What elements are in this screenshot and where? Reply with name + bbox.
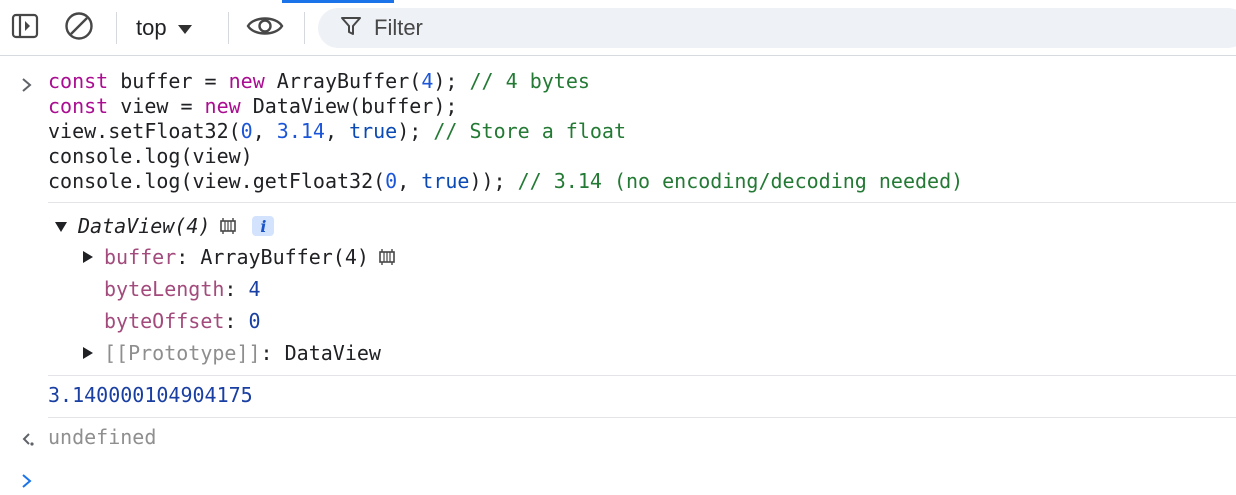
dataview-object-header[interactable]: DataView(4) i bbox=[54, 212, 275, 240]
property-name: byteLength bbox=[104, 277, 225, 301]
toolbar-divider bbox=[116, 12, 117, 44]
code-line: view.setFloat32(0, 3.14, true); // Store… bbox=[48, 119, 963, 144]
property-name: [[Prototype]] bbox=[104, 341, 261, 365]
code-token: new bbox=[228, 69, 265, 93]
filter-funnel-icon bbox=[340, 15, 362, 42]
code-token: new bbox=[204, 94, 241, 118]
float-result-output: 3.140000104904175 bbox=[48, 383, 253, 407]
code-token: true bbox=[349, 119, 398, 143]
expanded-triangle-icon bbox=[54, 214, 68, 238]
javascript-context-selector[interactable]: top bbox=[136, 10, 193, 46]
property-row-buffer[interactable]: buffer: ArrayBuffer(4) bbox=[82, 243, 397, 271]
code-token: )); bbox=[469, 169, 518, 193]
active-tab-indicator bbox=[282, 0, 394, 3]
dropdown-caret-icon bbox=[177, 15, 193, 41]
clear-console-button[interactable] bbox=[62, 11, 96, 46]
property-row-prototype[interactable]: [[Prototype]]: DataView bbox=[82, 339, 381, 367]
code-token: view = bbox=[108, 94, 205, 118]
code-token: 0 bbox=[385, 169, 398, 193]
code-token: 3.14 bbox=[276, 119, 325, 143]
code-token: , bbox=[324, 119, 350, 143]
code-token: view.setFloat32( bbox=[48, 119, 241, 143]
code-token: ArrayBuffer( bbox=[264, 69, 422, 93]
clear-console-icon bbox=[64, 11, 94, 46]
command-input-code[interactable]: const buffer = new ArrayBuffer(4); // 4 … bbox=[48, 69, 963, 194]
code-line: const buffer = new ArrayBuffer(4); // 4 … bbox=[48, 69, 963, 94]
property-row-byteoffset: byteOffset: 0 bbox=[104, 309, 261, 333]
live-expression-eye-icon bbox=[246, 13, 284, 44]
property-value: ArrayBuffer(4) bbox=[200, 245, 369, 269]
code-token: console.log(view) bbox=[48, 144, 253, 168]
property-value: 0 bbox=[248, 309, 261, 333]
property-value: 4 bbox=[248, 277, 261, 301]
code-token: const bbox=[48, 94, 109, 118]
console-toolbar: top bbox=[0, 0, 1236, 56]
context-label: top bbox=[136, 15, 167, 40]
code-line: console.log(view.getFloat32(0, true)); /… bbox=[48, 169, 963, 194]
return-value-arrow-icon bbox=[20, 429, 36, 453]
message-divider bbox=[48, 202, 1236, 203]
sidebar-toggle-button[interactable] bbox=[8, 12, 42, 44]
memory-inspector-icon[interactable] bbox=[218, 217, 238, 235]
return-value-output: undefined bbox=[48, 425, 157, 449]
code-token: , bbox=[252, 119, 277, 143]
code-token: 4 bbox=[421, 69, 434, 93]
code-token: console.log(view.getFloat32( bbox=[48, 169, 386, 193]
code-token: buffer = bbox=[108, 69, 229, 93]
code-token: // 3.14 (no encoding/decoding needed) bbox=[517, 169, 964, 193]
memory-inspector-icon[interactable] bbox=[377, 248, 397, 266]
code-token: , bbox=[397, 169, 422, 193]
live-expression-button[interactable] bbox=[244, 12, 286, 44]
code-token: true bbox=[421, 169, 470, 193]
console-prompt-chevron-icon[interactable] bbox=[20, 471, 34, 495]
toolbar-divider bbox=[228, 12, 229, 44]
message-divider bbox=[48, 375, 1236, 376]
sidebar-toggle-icon bbox=[11, 12, 39, 45]
code-token: 0 bbox=[240, 119, 253, 143]
collapsed-triangle-icon bbox=[82, 250, 94, 264]
code-token: DataView(buffer); bbox=[240, 94, 458, 118]
code-token: const bbox=[48, 69, 109, 93]
code-token: // 4 bytes bbox=[469, 69, 590, 93]
input-prompt-chevron-icon bbox=[20, 75, 34, 99]
code-token: // Store a float bbox=[433, 119, 627, 143]
property-value: DataView bbox=[284, 341, 381, 365]
filter-field[interactable] bbox=[318, 8, 1236, 48]
code-token: ); bbox=[397, 119, 434, 143]
code-line: const view = new DataView(buffer); bbox=[48, 94, 963, 119]
code-line: console.log(view) bbox=[48, 144, 963, 169]
info-icon[interactable]: i bbox=[252, 216, 275, 236]
object-label: DataView(4) bbox=[78, 214, 211, 238]
toolbar-divider bbox=[304, 12, 305, 44]
property-row-bytelength: byteLength: 4 bbox=[104, 277, 261, 301]
message-divider bbox=[48, 417, 1236, 418]
property-name: buffer bbox=[104, 245, 177, 269]
filter-input[interactable] bbox=[374, 15, 774, 41]
property-name: byteOffset bbox=[104, 309, 225, 333]
collapsed-triangle-icon bbox=[82, 346, 94, 360]
code-token: ); bbox=[433, 69, 470, 93]
